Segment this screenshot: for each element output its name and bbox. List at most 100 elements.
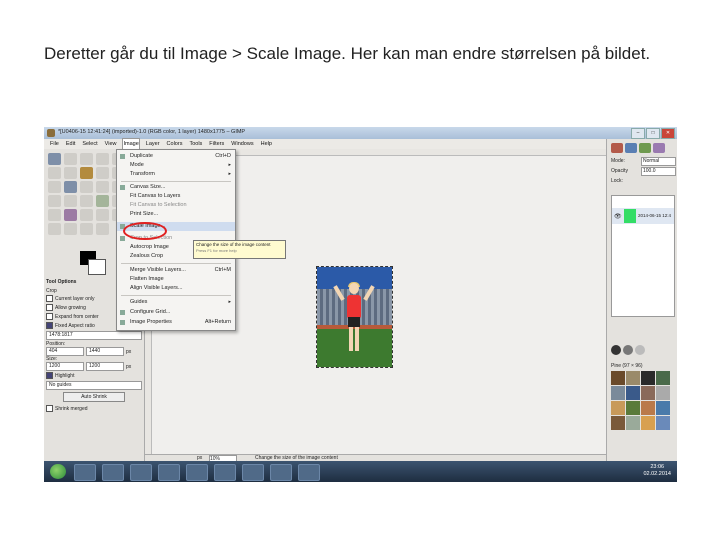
free-select-tool-icon[interactable] bbox=[80, 153, 93, 165]
guides-select[interactable]: No guides bbox=[46, 381, 142, 390]
channels-tab-icon[interactable] bbox=[625, 143, 637, 153]
menu-item-duplicate[interactable]: Duplicate Ctrl+D bbox=[117, 152, 235, 161]
pattern-swatch[interactable] bbox=[656, 401, 670, 415]
color-picker-tool-icon[interactable] bbox=[80, 167, 93, 179]
pattern-swatch[interactable] bbox=[611, 416, 625, 430]
minimize-button[interactable]: – bbox=[631, 128, 645, 139]
position-x-field[interactable]: 404 bbox=[46, 347, 84, 356]
menu-filters[interactable]: Filters bbox=[209, 139, 224, 149]
maximize-button[interactable]: □ bbox=[646, 128, 660, 139]
menu-select[interactable]: Select bbox=[82, 139, 97, 149]
checkbox[interactable] bbox=[46, 304, 53, 311]
checkbox[interactable] bbox=[46, 295, 53, 302]
auto-shrink-button[interactable]: Auto Shrink bbox=[63, 392, 125, 402]
powerpoint-taskbar-icon[interactable] bbox=[298, 464, 320, 481]
menu-item-align-layers[interactable]: Align Visible Layers... bbox=[117, 284, 235, 293]
fuzzy-select-tool-icon[interactable] bbox=[96, 153, 109, 165]
eraser-tool-icon[interactable] bbox=[64, 209, 77, 221]
paintbrush-tool-icon[interactable] bbox=[48, 209, 61, 221]
dodge-burn-tool-icon[interactable] bbox=[96, 223, 109, 235]
firefox-taskbar-icon[interactable] bbox=[186, 464, 208, 481]
perspective-clone-tool-icon[interactable] bbox=[48, 223, 61, 235]
ink-tool-icon[interactable] bbox=[96, 209, 109, 221]
pattern-swatch[interactable] bbox=[626, 371, 640, 385]
folder-taskbar-icon[interactable] bbox=[130, 464, 152, 481]
menu-item-merge-visible[interactable]: Merge Visible Layers... Ctrl+M bbox=[117, 266, 235, 275]
explorer-taskbar-icon[interactable] bbox=[74, 464, 96, 481]
paths-tab-icon[interactable] bbox=[639, 143, 651, 153]
position-y-field[interactable]: 1440 bbox=[86, 347, 124, 356]
menu-item-canvas-size[interactable]: Canvas Size... bbox=[117, 183, 235, 192]
size-height-field[interactable]: 1200 bbox=[86, 362, 124, 371]
pattern-swatch[interactable] bbox=[611, 401, 625, 415]
menu-tools[interactable]: Tools bbox=[189, 139, 202, 149]
paths-tool-icon[interactable] bbox=[64, 167, 77, 179]
rotate-tool-icon[interactable] bbox=[80, 181, 93, 193]
size-unit-select[interactable]: px bbox=[126, 364, 131, 370]
menu-item-mode[interactable]: Mode ▸ bbox=[117, 161, 235, 170]
background-color-swatch[interactable] bbox=[88, 259, 106, 275]
position-unit-select[interactable]: px bbox=[126, 349, 131, 355]
crop-tool-icon[interactable] bbox=[64, 181, 77, 193]
flip-tool-icon[interactable] bbox=[48, 195, 61, 207]
opacity-field[interactable]: 100.0 bbox=[641, 167, 676, 176]
menu-layer[interactable]: Layer bbox=[146, 139, 160, 149]
cage-tool-icon[interactable] bbox=[64, 195, 77, 207]
brush-icon[interactable] bbox=[623, 345, 633, 355]
undo-tab-icon[interactable] bbox=[653, 143, 665, 153]
option-shrink-merged[interactable]: Shrink merged bbox=[46, 404, 142, 413]
gimp-taskbar-icon[interactable] bbox=[242, 464, 264, 481]
bucket-fill-tool-icon[interactable] bbox=[96, 195, 109, 207]
zoom-tool-icon[interactable] bbox=[96, 167, 109, 179]
start-button-icon[interactable] bbox=[50, 464, 66, 479]
menu-file[interactable]: File bbox=[50, 139, 59, 149]
menu-colors[interactable]: Colors bbox=[167, 139, 183, 149]
layer-row[interactable]: 👁 2014-06-15 12:4 bbox=[612, 208, 674, 224]
pattern-swatch[interactable] bbox=[656, 371, 670, 385]
brush-icon[interactable] bbox=[611, 345, 621, 355]
menu-windows[interactable]: Windows bbox=[231, 139, 253, 149]
pattern-swatch[interactable] bbox=[641, 416, 655, 430]
checkbox[interactable] bbox=[46, 405, 53, 412]
option-highlight[interactable]: Highlight bbox=[46, 371, 142, 380]
scale-tool-icon[interactable] bbox=[96, 181, 109, 193]
menu-view[interactable]: View bbox=[105, 139, 117, 149]
pattern-swatch[interactable] bbox=[626, 416, 640, 430]
checkbox[interactable] bbox=[46, 313, 53, 320]
menu-item-guides[interactable]: Guides ▸ bbox=[117, 298, 235, 307]
checkbox[interactable] bbox=[46, 372, 53, 379]
mode-select[interactable]: Normal bbox=[641, 157, 676, 166]
layers-tab-icon[interactable] bbox=[611, 143, 623, 153]
blur-tool-icon[interactable] bbox=[64, 223, 77, 235]
aspect-ratio-field[interactable]: 1478:1817 bbox=[46, 331, 142, 340]
word-taskbar-icon[interactable] bbox=[214, 464, 236, 481]
dropbox-taskbar-icon[interactable] bbox=[158, 464, 180, 481]
pattern-swatch[interactable] bbox=[626, 401, 640, 415]
foreground-select-tool-icon[interactable] bbox=[48, 167, 61, 179]
pattern-swatch[interactable] bbox=[611, 371, 625, 385]
brush-icon[interactable] bbox=[635, 345, 645, 355]
menu-edit[interactable]: Edit bbox=[66, 139, 75, 149]
size-width-field[interactable]: 1200 bbox=[46, 362, 84, 371]
acrobat-taskbar-icon[interactable] bbox=[270, 464, 292, 481]
pattern-swatch[interactable] bbox=[656, 386, 670, 400]
menu-item-fit-canvas-selection[interactable]: Fit Canvas to Selection bbox=[117, 201, 235, 210]
smudge-tool-icon[interactable] bbox=[80, 223, 93, 235]
pattern-swatch[interactable] bbox=[641, 386, 655, 400]
checkbox[interactable] bbox=[46, 322, 53, 329]
pattern-swatch[interactable] bbox=[611, 386, 625, 400]
close-button[interactable]: ✕ bbox=[661, 128, 675, 139]
menu-item-print-size[interactable]: Print Size... bbox=[117, 210, 235, 219]
pattern-swatch[interactable] bbox=[626, 386, 640, 400]
airbrush-tool-icon[interactable] bbox=[80, 209, 93, 221]
menu-item-transform[interactable]: Transform ▸ bbox=[117, 170, 235, 179]
ellipse-select-tool-icon[interactable] bbox=[64, 153, 77, 165]
menu-item-fit-canvas-layers[interactable]: Fit Canvas to Layers bbox=[117, 192, 235, 201]
menu-image[interactable]: Image bbox=[122, 138, 140, 150]
menu-item-flatten[interactable]: Flatten Image bbox=[117, 275, 235, 284]
menu-help[interactable]: Help bbox=[261, 139, 272, 149]
pattern-swatch[interactable] bbox=[641, 371, 655, 385]
taskbar-clock[interactable]: 23:06 02.02.2014 bbox=[643, 464, 671, 478]
pattern-swatch[interactable] bbox=[641, 401, 655, 415]
pattern-swatch[interactable] bbox=[656, 416, 670, 430]
